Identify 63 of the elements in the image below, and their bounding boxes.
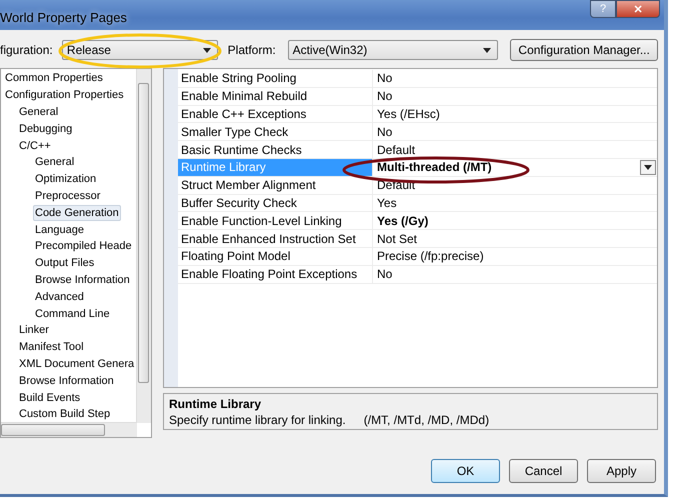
- tree-item[interactable]: Output Files: [33, 255, 96, 272]
- property-value: Yes: [377, 196, 397, 210]
- caret-icon: [483, 48, 492, 52]
- tree-item[interactable]: Build Events: [17, 390, 82, 406]
- dropdown-button[interactable]: [640, 160, 656, 175]
- property-value: Yes (/EHsc): [377, 106, 440, 121]
- caret-icon: [644, 164, 652, 170]
- tree-item[interactable]: General: [33, 154, 76, 170]
- property-value: Yes (/Gy): [377, 214, 428, 228]
- tree-item[interactable]: Language: [33, 222, 86, 238]
- caret-icon: [202, 48, 211, 52]
- window-title: World Property Pages: [0, 10, 127, 24]
- configuration-manager-button[interactable]: Configuration Manager...: [510, 39, 658, 61]
- property-value: Multi-threaded (/MT): [377, 160, 492, 174]
- tree-item[interactable]: Preprocessor: [33, 188, 102, 204]
- tree-item[interactable]: Code Generation: [33, 204, 121, 221]
- property-value: Precise (/fp:precise): [377, 249, 484, 264]
- property-name[interactable]: Struct Member Alignment: [178, 176, 373, 194]
- property-value: No: [377, 71, 392, 86]
- property-name[interactable]: Enable Function-Level Linking: [178, 212, 373, 230]
- dialog-button[interactable]: Apply: [587, 459, 656, 483]
- vertical-scrollbar[interactable]: [136, 69, 151, 423]
- property-name[interactable]: Enable Enhanced Instruction Set: [178, 230, 373, 247]
- property-name[interactable]: Basic Runtime Checks: [178, 141, 373, 158]
- tree-item[interactable]: Common Properties: [3, 70, 105, 86]
- description-title: Runtime Library: [169, 397, 262, 411]
- dialog-button[interactable]: OK: [431, 459, 500, 483]
- property-name[interactable]: Smaller Type Check: [178, 123, 373, 140]
- property-name[interactable]: Enable C++ Exceptions: [178, 106, 373, 122]
- tree-item[interactable]: XML Document Genera: [17, 356, 136, 372]
- tree-item[interactable]: Advanced: [33, 288, 86, 305]
- dialog-button[interactable]: Cancel: [509, 459, 578, 483]
- tree-item[interactable]: Precompiled Heade: [33, 238, 134, 254]
- property-value: No: [377, 124, 392, 139]
- property-name[interactable]: Enable String Pooling: [178, 70, 373, 87]
- property-name[interactable]: Enable Floating Point Exceptions: [178, 266, 373, 283]
- tree-item[interactable]: Optimization: [33, 171, 98, 188]
- scroll-thumb[interactable]: [1, 424, 105, 436]
- property-name[interactable]: Buffer Security Check: [178, 194, 373, 212]
- platform-dropdown[interactable]: Active(Win32): [288, 40, 498, 60]
- configuration-dropdown[interactable]: Release: [62, 40, 218, 60]
- description-text: Specify runtime library for linking.: [169, 413, 346, 427]
- property-value: No: [377, 267, 392, 282]
- scroll-thumb[interactable]: [138, 83, 149, 383]
- field-label: Platform:: [228, 43, 277, 57]
- tree-item[interactable]: Custom Build Step: [17, 406, 112, 422]
- property-value: No: [377, 89, 392, 104]
- tree-item[interactable]: Debugging: [17, 120, 74, 137]
- property-value: Not Set: [377, 232, 418, 246]
- horizontal-scrollbar[interactable]: [1, 422, 137, 437]
- property-name[interactable]: Floating Point Model: [178, 248, 373, 265]
- property-value: Default: [377, 142, 416, 157]
- tree-item[interactable]: Manifest Tool: [17, 339, 86, 356]
- tree-item[interactable]: General: [17, 104, 60, 120]
- tree-item[interactable]: Browse Information: [17, 372, 116, 389]
- field-label: figuration:: [0, 43, 54, 57]
- description-switches: (/MT, /MTd, /MD, /MDd): [364, 413, 490, 427]
- property-name[interactable]: Enable Minimal Rebuild: [178, 88, 373, 105]
- tree-item[interactable]: C/C++: [17, 138, 53, 154]
- tree-item[interactable]: Command Line: [33, 306, 112, 322]
- tree-item[interactable]: Browse Information: [33, 272, 132, 288]
- tree-item[interactable]: Configuration Properties: [3, 87, 126, 104]
- tree-item[interactable]: Linker: [17, 322, 51, 338]
